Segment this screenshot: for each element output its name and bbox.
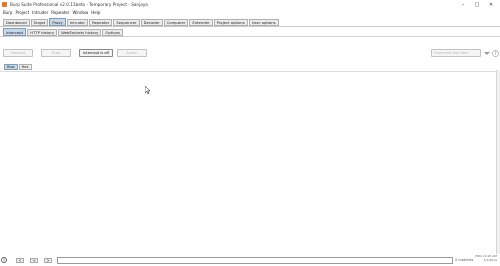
menu-burp[interactable]: Burp (3, 10, 12, 15)
message-editor[interactable] (0, 71, 496, 254)
editor-tab-strip: Raw Hex (4, 64, 33, 71)
tab-repeater[interactable]: Repeater (89, 19, 113, 26)
menu-intruder[interactable]: Intruder (32, 10, 48, 15)
svg-text:?: ? (494, 51, 496, 56)
divider (0, 26, 500, 27)
tab-proxy[interactable]: Proxy (49, 18, 66, 26)
menu-window[interactable]: Window (72, 10, 88, 15)
tab-websockets-history[interactable]: WebSockets history (58, 29, 102, 36)
proxy-tab-strip: Intercept HTTP history WebSockets histor… (3, 28, 124, 36)
action-button[interactable]: Action (117, 49, 147, 57)
next-match-button[interactable]: > (44, 258, 52, 263)
tab-hex[interactable]: Hex (18, 64, 32, 70)
burp-app-icon (2, 2, 7, 7)
intercept-toggle-button[interactable]: Intercept is off (79, 49, 113, 57)
window-title: Burp Suite Professional v2.0.11beta - Te… (10, 2, 148, 7)
highlight-icon[interactable] (483, 49, 491, 57)
minimize-button[interactable]: – (456, 0, 470, 9)
tray-date: 1/1/2019 (483, 258, 497, 262)
main-tab-strip: Dashboard Target Proxy Intruder Repeater… (3, 17, 280, 26)
tab-target[interactable]: Target (30, 19, 49, 26)
intercept-toolbar: Forward Drop Intercept is off Action Com… (0, 49, 500, 59)
menu-repeater[interactable]: Repeater (51, 10, 69, 15)
maximize-button[interactable]: □ (470, 0, 484, 9)
mouse-cursor-icon (144, 85, 151, 95)
tab-extender[interactable]: Extender (189, 19, 213, 26)
system-tray: ENG 10:26 AM 1/1/2019 (475, 254, 497, 262)
vertical-scrollbar[interactable] (496, 70, 500, 254)
tab-intercept[interactable]: Intercept (3, 28, 27, 36)
help-icon[interactable]: ? (491, 49, 499, 57)
menu-help[interactable]: Help (91, 10, 100, 15)
tab-project-options[interactable]: Project options (213, 19, 248, 26)
menu-project[interactable]: Project (15, 10, 29, 15)
comment-field[interactable]: Comment this item (431, 49, 481, 57)
menu-bar: Burp Project Intruder Repeater Window He… (0, 9, 500, 16)
tab-decoder[interactable]: Decoder (140, 19, 163, 26)
tab-sequencer[interactable]: Sequencer (113, 19, 140, 26)
previous-match-button[interactable]: < (16, 258, 24, 263)
footer-help-icon[interactable]: ? (1, 257, 7, 263)
tab-http-history[interactable]: HTTP history (27, 29, 58, 36)
tab-dashboard[interactable]: Dashboard (3, 19, 30, 26)
match-count: 0 matches (455, 258, 474, 262)
forward-button[interactable]: Forward (3, 49, 33, 57)
add-button[interactable]: + (30, 258, 38, 263)
search-input[interactable] (57, 257, 453, 264)
tab-options[interactable]: Options (102, 29, 124, 36)
divider (0, 36, 500, 37)
drop-button[interactable]: Drop (41, 49, 71, 57)
tab-intruder[interactable]: Intruder (66, 19, 89, 26)
tab-user-options[interactable]: User options (248, 19, 279, 26)
title-bar: Burp Suite Professional v2.0.11beta - Te… (0, 0, 500, 9)
tab-raw[interactable]: Raw (4, 64, 18, 70)
window-controls: – □ ✕ (456, 0, 498, 9)
close-button[interactable]: ✕ (484, 0, 498, 9)
tab-comparer[interactable]: Comparer (163, 19, 189, 26)
